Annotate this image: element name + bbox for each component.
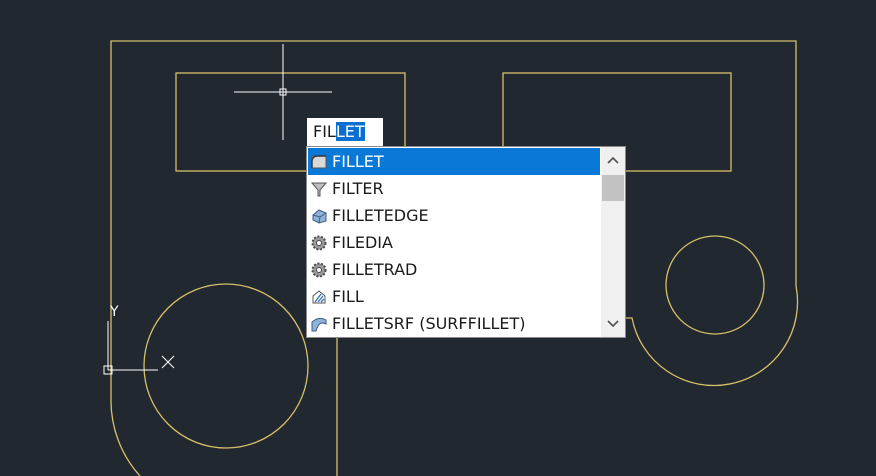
- scroll-down-button[interactable]: [601, 311, 625, 337]
- autocomplete-item-fillet[interactable]: FILLET: [308, 148, 600, 175]
- right-circle[interactable]: [665, 235, 765, 335]
- surffillet-icon: [310, 315, 328, 333]
- autocomplete-item-label: FILLETRAD: [332, 260, 418, 279]
- fillet-icon: [310, 153, 328, 171]
- autocomplete-item-filedia[interactable]: FILEDIA: [308, 229, 600, 256]
- autocomplete-item-filletrad[interactable]: FILLETRAD: [308, 256, 600, 283]
- autocomplete-item-fill[interactable]: FILL: [308, 283, 600, 310]
- dynamic-input-field[interactable]: FILLET: [307, 118, 383, 146]
- autocomplete-highlight: LET: [335, 122, 365, 141]
- autocomplete-item-label: FILL: [332, 287, 364, 306]
- autocomplete-list[interactable]: FILLET FILTER FILLETEDGE FILEDIA FILLETR…: [306, 146, 626, 338]
- system-variable-gear-icon: [310, 261, 328, 279]
- scroll-up-button[interactable]: [601, 147, 625, 173]
- scrollbar-thumb[interactable]: [602, 175, 624, 201]
- autocomplete-item-filter[interactable]: FILTER: [308, 175, 600, 202]
- outer-profile-bottom-arc[interactable]: [110, 397, 141, 476]
- ucs-y-label: Y: [109, 304, 119, 320]
- autocomplete-item-label: FILLETEDGE: [332, 206, 429, 225]
- autocomplete-scrollbar[interactable]: [601, 147, 625, 337]
- fill-icon: [310, 288, 328, 306]
- filletedge-icon: [310, 207, 328, 225]
- ucs-icon: [103, 321, 175, 375]
- system-variable-gear-icon: [310, 234, 328, 252]
- autocomplete-item-filletsrf[interactable]: FILLETSRF (SURFFILLET): [308, 310, 600, 337]
- autocomplete-item-label: FILEDIA: [332, 233, 393, 252]
- chevron-up-icon: [607, 156, 619, 164]
- autocomplete-item-label: FILLETSRF (SURFFILLET): [332, 314, 526, 333]
- autocomplete-item-label: FILTER: [332, 179, 384, 198]
- filter-funnel-icon: [310, 180, 328, 198]
- left-circle[interactable]: [143, 283, 309, 449]
- chevron-down-icon: [607, 320, 619, 328]
- autocomplete-item-filletedge[interactable]: FILLETEDGE: [308, 202, 600, 229]
- typed-text: FIL: [313, 122, 336, 141]
- autocomplete-item-label: FILLET: [332, 152, 384, 171]
